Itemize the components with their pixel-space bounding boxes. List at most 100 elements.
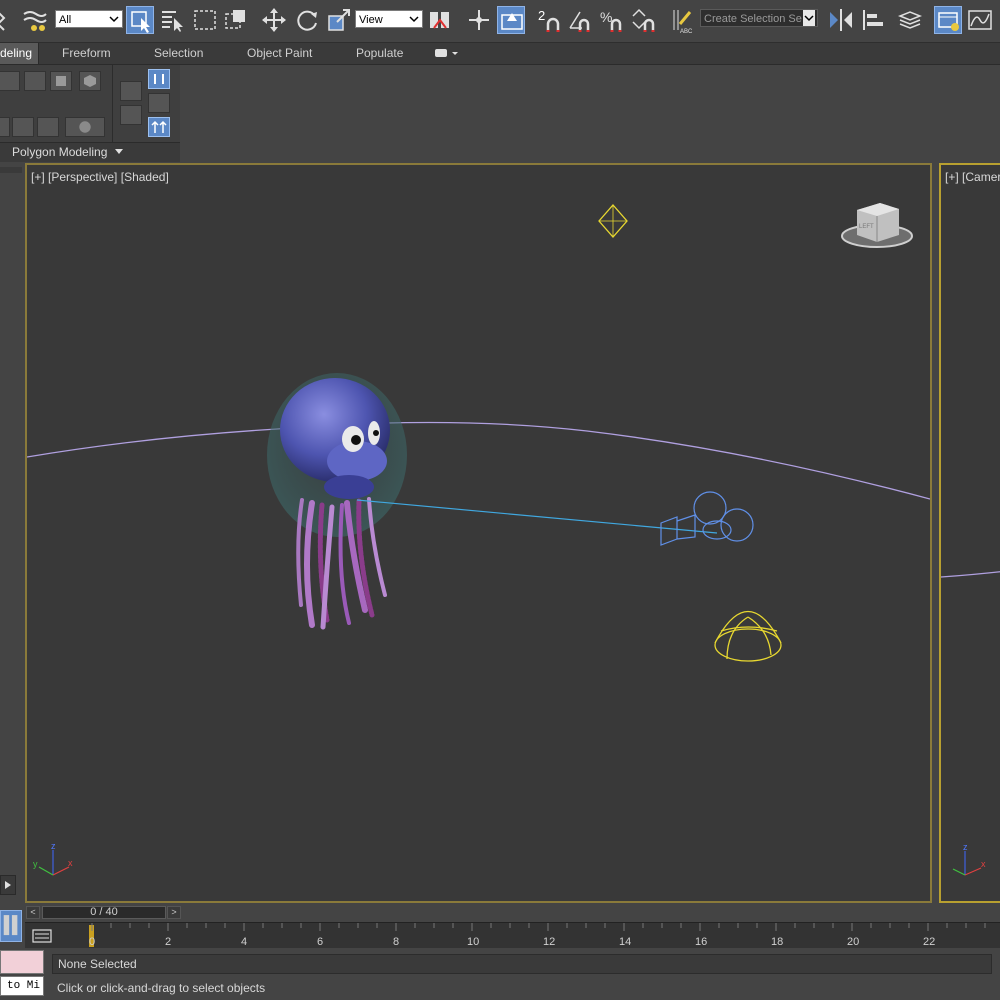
- circle-icon: [79, 121, 91, 133]
- ribbon-tool-button[interactable]: [37, 117, 59, 137]
- ribbon-toggle-button[interactable]: [148, 69, 170, 89]
- time-slider-prev-button[interactable]: <: [26, 906, 40, 919]
- motion-path-spline[interactable]: [27, 421, 930, 500]
- ribbon-tool-button[interactable]: [24, 71, 46, 91]
- axis-tripod: z x: [952, 842, 986, 876]
- snaps-toggle-button[interactable]: 2: [536, 6, 564, 34]
- mirror-button[interactable]: [827, 6, 855, 34]
- reference-coordinate-dropdown[interactable]: View: [355, 10, 423, 28]
- scene-explorer-button[interactable]: [934, 6, 962, 34]
- ribbon-toggle-button[interactable]: [148, 93, 170, 113]
- select-and-manipulate-button[interactable]: [465, 6, 493, 34]
- viewcube[interactable]: LEFT: [841, 203, 913, 248]
- mirror-icon: [830, 9, 852, 31]
- angle-snap-button[interactable]: [566, 6, 594, 34]
- left-command-strip: [0, 163, 24, 908]
- play-arrow-icon: [5, 881, 11, 889]
- ribbon-tool-button[interactable]: [50, 71, 72, 91]
- curve-editor-button[interactable]: [966, 6, 994, 34]
- perspective-viewport[interactable]: [+] [Perspective] [Shaded] LEFT z x y: [25, 163, 932, 903]
- skylight-object[interactable]: [714, 611, 782, 662]
- tab-modeling[interactable]: deling: [0, 43, 40, 64]
- percent-snap-button[interactable]: %: [598, 6, 626, 34]
- pivot-center-button[interactable]: [426, 6, 454, 34]
- track-bar-ticks: [91, 923, 986, 931]
- selection-filter-value: All: [59, 14, 72, 26]
- ribbon-tool-button[interactable]: [79, 71, 101, 91]
- time-slider-next-button[interactable]: >: [167, 906, 181, 919]
- ribbon-tool-button[interactable]: [12, 117, 34, 137]
- percent-snap-icon: %: [600, 9, 622, 32]
- tab-populate[interactable]: Populate: [356, 43, 403, 64]
- axis-tripod: z x y: [33, 841, 73, 876]
- chevron-down-icon: [409, 16, 419, 23]
- motion-path-spline: [941, 571, 1000, 578]
- link-icon[interactable]: [0, 6, 18, 34]
- scale-icon: [328, 9, 350, 31]
- ribbon-footer[interactable]: Polygon Modeling: [0, 142, 180, 162]
- ribbon-toggle-button[interactable]: [148, 117, 170, 137]
- tab-object-paint[interactable]: Object Paint: [247, 43, 312, 64]
- selection-filter-dropdown[interactable]: All: [55, 10, 123, 28]
- align-button[interactable]: [860, 6, 888, 34]
- bind-to-space-warp-icon[interactable]: [20, 6, 48, 34]
- curve-editor-icon: [968, 10, 992, 30]
- camera-target-line: [356, 499, 718, 534]
- scale-button[interactable]: [325, 6, 353, 34]
- rectangular-selection-button[interactable]: [191, 6, 219, 34]
- frame-tick-label: 2: [165, 936, 172, 948]
- status-bar: to Mi None Selected Click or click-and-d…: [0, 948, 1000, 1000]
- rectangle-region-icon: [194, 10, 216, 30]
- time-slider-thumb[interactable]: 0 / 40: [42, 906, 166, 919]
- jellyfish-model[interactable]: [267, 373, 407, 630]
- keyboard-shortcut-override-button[interactable]: [497, 6, 525, 34]
- frame-tick-label: 0: [89, 936, 96, 948]
- panel-toggle-button[interactable]: [0, 910, 22, 942]
- square-icon: [56, 76, 66, 86]
- rotate-button[interactable]: [293, 6, 321, 34]
- layer-explorer-button[interactable]: [896, 6, 924, 34]
- ribbon-tab-bar: deling Freeform Selection Object Paint P…: [0, 43, 1000, 65]
- svg-text:%: %: [600, 9, 612, 25]
- camera-scene-canvas: z x: [941, 571, 1000, 876]
- ribbon-divider: [112, 65, 113, 143]
- select-by-name-icon: [162, 11, 183, 32]
- angle-snap-icon: [569, 11, 590, 32]
- strip-handle: [0, 167, 22, 173]
- panel-toggle-icon: [3, 915, 18, 936]
- named-selection-sets-dropdown[interactable]: Create Selection Se: [700, 9, 818, 27]
- ribbon-tool-button[interactable]: [120, 105, 142, 125]
- expand-panel-button[interactable]: [0, 875, 16, 895]
- window-crossing-icon: [225, 10, 245, 29]
- maxscript-listener[interactable]: to Mi: [0, 950, 44, 998]
- ribbon-options-button[interactable]: [434, 47, 460, 60]
- camera-object[interactable]: [660, 491, 754, 546]
- point-helper[interactable]: [598, 204, 628, 238]
- tab-selection[interactable]: Selection: [154, 43, 203, 64]
- select-object-button[interactable]: [126, 6, 154, 34]
- layers-icon: [897, 11, 923, 29]
- select-arrow-icon: [131, 11, 150, 33]
- move-button[interactable]: [260, 6, 288, 34]
- camera-viewport[interactable]: [+] [Camer z x: [939, 163, 1000, 903]
- ribbon-footer-label: Polygon Modeling: [12, 145, 108, 159]
- maxscript-input-field[interactable]: to Mi: [0, 976, 44, 996]
- ribbon-tool-button[interactable]: [65, 117, 105, 137]
- maxscript-output-field[interactable]: [0, 950, 44, 974]
- ribbon-tool-button[interactable]: [0, 117, 10, 137]
- snap-mode-label: 2: [538, 8, 546, 23]
- frame-tick-label: 20: [847, 936, 860, 948]
- viewcube-face-label: LEFT: [859, 224, 874, 230]
- select-by-name-button[interactable]: [158, 6, 186, 34]
- tab-freeform[interactable]: Freeform: [62, 43, 111, 64]
- axis-x-label: x: [68, 858, 73, 868]
- chevron-down-icon: [115, 149, 123, 154]
- axis-z-label: z: [963, 842, 968, 852]
- spinner-snap-button[interactable]: [630, 6, 658, 34]
- scene-canvas: LEFT z x y: [27, 203, 930, 876]
- ribbon-tool-button[interactable]: [0, 71, 20, 91]
- ribbon-tool-button[interactable]: [120, 81, 142, 101]
- window-crossing-button[interactable]: [222, 6, 250, 34]
- svg-text:ABC: ABC: [680, 29, 693, 34]
- edit-named-selection-button[interactable]: ABC: [668, 6, 696, 35]
